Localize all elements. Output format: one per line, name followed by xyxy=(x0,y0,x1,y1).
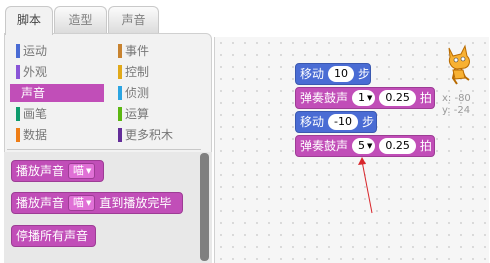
dropdown-value: 5 xyxy=(358,139,366,152)
category-color-bar xyxy=(118,86,122,100)
block-label: 移动 xyxy=(300,115,325,129)
tab-costumes[interactable]: 造型 xyxy=(54,6,107,33)
dropdown-value: 1 xyxy=(358,91,366,104)
category-color-bar xyxy=(118,107,122,121)
category-looks[interactable]: 外观 xyxy=(12,63,104,81)
category-color-bar xyxy=(118,128,122,142)
chevron-down-icon: ▼ xyxy=(86,167,92,175)
category-color-bar xyxy=(16,44,20,58)
block-label: 播放声音 xyxy=(16,196,65,210)
palette-block-play-sound[interactable]: 播放声音 喵 ▼ xyxy=(11,160,104,182)
category-color-bar xyxy=(118,44,122,58)
category-control[interactable]: 控制 xyxy=(114,63,206,81)
beats-input[interactable]: 0.25 xyxy=(379,90,416,106)
category-data[interactable]: 数据 xyxy=(12,126,104,144)
steps-input[interactable]: 10 xyxy=(328,66,355,82)
chevron-down-icon: ▼ xyxy=(86,199,92,207)
sprite-coordinates: x: -80 y: -24 xyxy=(442,93,471,117)
script-block-play-drum[interactable]: 弹奏鼓声 5 ▼ 0.25 拍 xyxy=(295,135,435,157)
steps-input[interactable]: -10 xyxy=(328,114,358,130)
palette-divider xyxy=(7,149,201,150)
category-label: 事件 xyxy=(125,44,150,58)
category-label: 运算 xyxy=(125,107,150,121)
sound-dropdown[interactable]: 喵 ▼ xyxy=(68,163,96,179)
block-label: 弹奏鼓声 xyxy=(300,139,349,153)
block-label: 弹奏鼓声 xyxy=(300,91,349,105)
script-block-move-steps[interactable]: 移动 10 步 xyxy=(295,63,371,85)
drum-dropdown[interactable]: 1 ▼ xyxy=(352,90,376,106)
category-sound[interactable]: 声音 xyxy=(10,84,104,102)
beats-input[interactable]: 0.25 xyxy=(379,138,416,154)
category-more-blocks[interactable]: 更多积木 xyxy=(114,126,206,144)
category-pen[interactable]: 画笔 xyxy=(12,105,104,123)
block-label: 拍 xyxy=(419,139,432,153)
category-label: 外观 xyxy=(23,65,48,79)
dropdown-value: 喵 xyxy=(73,164,85,177)
tab-sounds[interactable]: 声音 xyxy=(108,6,159,33)
script-block-move-steps[interactable]: 移动 -10 步 xyxy=(295,111,377,133)
block-label: 直到播放完毕 xyxy=(99,196,172,210)
tab-scripts[interactable]: 脚本 xyxy=(5,6,53,35)
chevron-down-icon: ▼ xyxy=(367,142,373,150)
chevron-down-icon: ▼ xyxy=(367,94,373,102)
category-label: 声音 xyxy=(21,86,46,100)
category-operators[interactable]: 运算 xyxy=(114,105,206,123)
sprite-y-coord: y: -24 xyxy=(442,105,471,116)
block-label: 步 xyxy=(361,115,374,129)
palette-scrollbar[interactable] xyxy=(200,153,209,261)
category-events[interactable]: 事件 xyxy=(114,42,206,60)
block-label: 拍 xyxy=(419,91,432,105)
palette-block-stop-all-sounds[interactable]: 停播所有声音 xyxy=(11,225,96,247)
category-label: 侦测 xyxy=(125,86,150,100)
palette-block-play-sound-until-done[interactable]: 播放声音 喵 ▼ 直到播放完毕 xyxy=(11,192,183,214)
block-label: 播放声音 xyxy=(16,164,65,178)
category-label: 数据 xyxy=(23,128,48,142)
block-label: 移动 xyxy=(300,67,325,81)
category-motion[interactable]: 运动 xyxy=(12,42,104,60)
category-sensing[interactable]: 侦测 xyxy=(114,84,206,102)
category-color-bar xyxy=(16,128,20,142)
drum-dropdown[interactable]: 5 ▼ xyxy=(352,138,376,154)
category-color-bar xyxy=(16,107,20,121)
category-color-bar xyxy=(16,65,20,79)
category-label: 控制 xyxy=(125,65,150,79)
category-color-bar xyxy=(118,65,122,79)
annotation-arrow-icon xyxy=(358,157,373,214)
sound-dropdown[interactable]: 喵 ▼ xyxy=(68,195,96,211)
block-label: 停播所有声音 xyxy=(16,229,89,243)
category-label: 画笔 xyxy=(23,107,48,121)
sprite-cat-icon xyxy=(448,44,470,85)
dropdown-value: 喵 xyxy=(73,196,85,209)
script-block-play-drum[interactable]: 弹奏鼓声 1 ▼ 0.25 拍 xyxy=(295,87,435,109)
sprite-x-coord: x: -80 xyxy=(442,93,471,104)
block-label: 步 xyxy=(358,67,371,81)
category-label: 运动 xyxy=(23,44,48,58)
category-label: 更多积木 xyxy=(125,128,174,142)
